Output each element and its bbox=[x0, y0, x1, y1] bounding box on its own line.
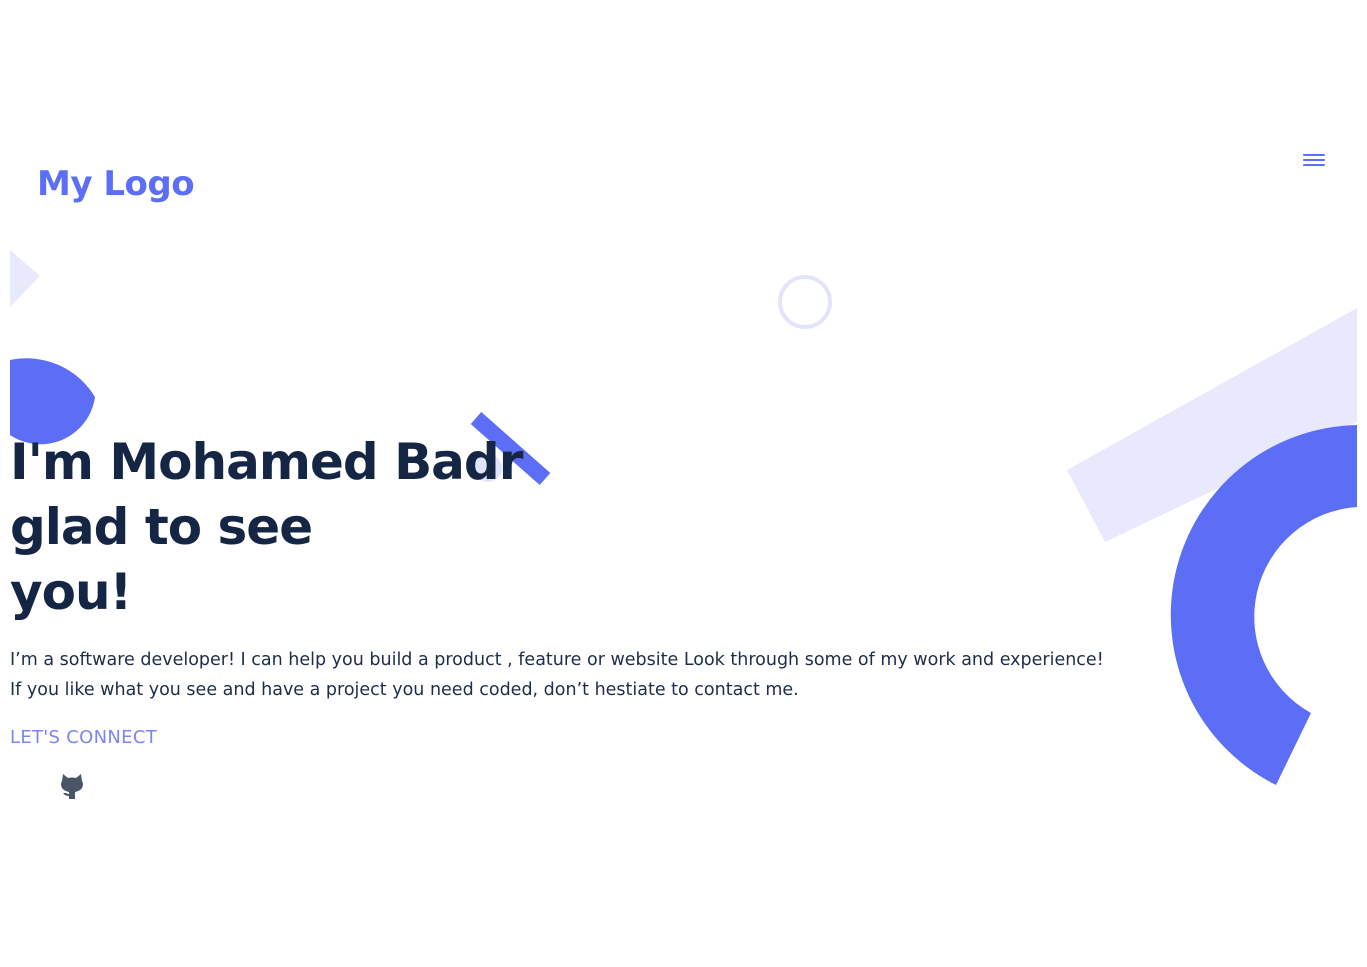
arc-ring-shape bbox=[1170, 425, 1357, 785]
wide-bar-shape bbox=[1067, 308, 1357, 542]
hamburger-menu-button[interactable] bbox=[1300, 150, 1328, 170]
hero-title: I'm Mohamed Badr glad to see you! bbox=[10, 430, 630, 625]
hero-description: I’m a software developer! I can help you… bbox=[10, 645, 1310, 705]
github-link[interactable] bbox=[58, 772, 86, 800]
hero-description-line: I’m a software developer! I can help you… bbox=[10, 650, 1104, 670]
logo-link[interactable]: My Logo bbox=[37, 164, 195, 204]
hero-title-line: glad to see bbox=[10, 498, 313, 556]
github-icon bbox=[61, 774, 83, 799]
hero-title-line: I'm Mohamed Badr bbox=[10, 433, 523, 491]
hero-title-line: you! bbox=[10, 563, 132, 621]
ring-shape bbox=[778, 275, 832, 329]
lets-connect-link[interactable]: LET'S CONNECT bbox=[10, 727, 157, 748]
hero-description-line: If you like what you see and have a proj… bbox=[10, 680, 799, 700]
triangle-shape bbox=[10, 250, 40, 307]
menu-bar bbox=[1303, 159, 1325, 161]
menu-bar bbox=[1303, 164, 1325, 166]
menu-bar bbox=[1303, 154, 1325, 156]
